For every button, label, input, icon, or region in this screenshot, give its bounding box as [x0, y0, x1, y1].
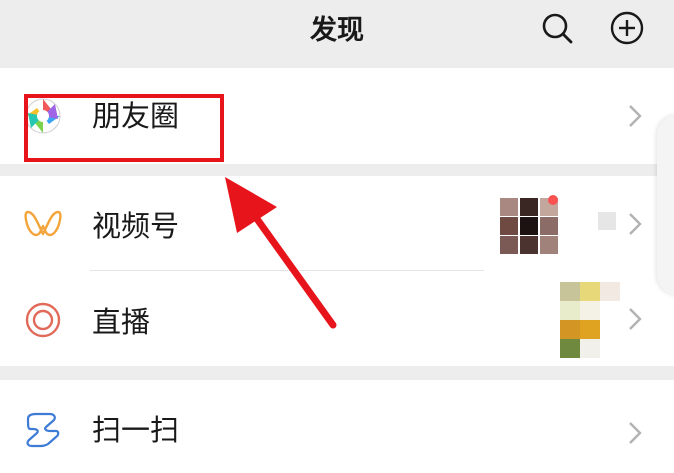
menu-label: 直播	[92, 305, 151, 339]
annotation-highlight-box	[24, 94, 224, 162]
live-preview-thumbnail	[560, 282, 620, 358]
scan-icon	[26, 412, 60, 448]
menu-label: 扫一扫	[92, 413, 180, 447]
menu-item-scan[interactable]: 扫一扫	[0, 380, 674, 473]
side-floating-panel	[657, 115, 674, 295]
live-icon	[25, 302, 61, 338]
chevron-right-icon	[629, 105, 642, 127]
new-content-badge	[548, 195, 558, 205]
annotation-arrow-icon	[225, 177, 337, 329]
chevron-right-icon	[629, 213, 642, 235]
channels-preview-thumbnail	[500, 198, 560, 254]
chevron-right-icon	[629, 422, 642, 444]
menu-label: 视频号	[92, 209, 180, 243]
scan-group: 扫一扫	[0, 380, 674, 473]
top-bar: 发现	[0, 0, 674, 66]
search-icon[interactable]	[540, 10, 576, 46]
plus-circle-icon[interactable]	[609, 10, 645, 46]
channels-placeholder	[598, 212, 616, 230]
channels-icon	[24, 210, 62, 237]
chevron-right-icon	[629, 308, 642, 330]
